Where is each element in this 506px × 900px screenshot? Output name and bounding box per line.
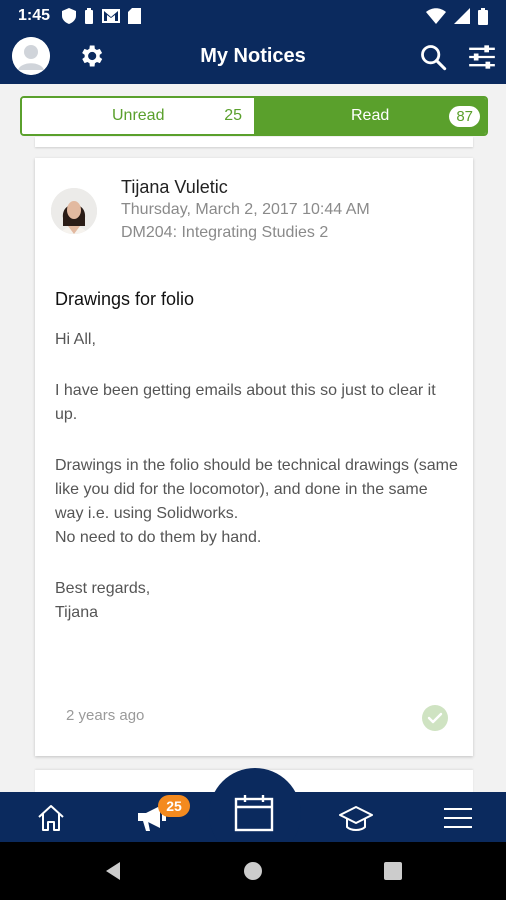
menu-icon[interactable] — [440, 800, 476, 836]
calendar-icon[interactable] — [233, 792, 275, 834]
tab-unread[interactable]: Unread 25 — [22, 98, 254, 134]
app-header: My Notices — [0, 32, 506, 84]
sd-card-icon — [128, 8, 142, 24]
previous-notice-card[interactable] — [35, 137, 473, 147]
notices-badge: 25 — [158, 795, 190, 817]
notice-greeting: Hi All, — [55, 331, 96, 348]
battery-saver-icon — [85, 8, 94, 24]
tab-unread-label: Unread — [112, 107, 165, 124]
notice-signature: Tijana — [55, 604, 98, 621]
graduation-cap-icon[interactable] — [338, 800, 374, 836]
wifi-icon — [426, 8, 446, 24]
notice-card[interactable]: Tijana Vuletic Thursday, March 2, 2017 1… — [35, 158, 473, 756]
notice-body: Hi All, I have been getting emails about… — [55, 328, 459, 625]
status-time: 1:45 — [18, 7, 51, 24]
notice-signoff: Best regards, — [55, 580, 151, 597]
tab-unread-count: 25 — [224, 107, 242, 124]
home-circle-icon[interactable] — [242, 860, 264, 882]
home-icon[interactable] — [33, 800, 69, 836]
notice-tabs: Unread 25 Read 87 — [20, 96, 488, 136]
author-name: Tijana Vuletic — [121, 177, 228, 197]
battery-icon — [478, 7, 488, 25]
tab-read[interactable]: Read 87 — [254, 98, 486, 134]
status-bar: 1:45 — [0, 0, 506, 32]
notice-paragraph-1: I have been getting emails about this so… — [55, 382, 436, 423]
signal-icon — [454, 8, 470, 24]
shield-icon — [62, 8, 77, 24]
gmail-icon — [102, 9, 121, 23]
filter-sliders-icon[interactable] — [468, 43, 496, 71]
tab-read-label: Read — [351, 107, 390, 124]
notice-course: DM204: Integrating Studies 2 — [121, 224, 329, 241]
notice-paragraph-3: No need to do them by hand. — [55, 529, 262, 546]
back-icon[interactable] — [102, 860, 124, 882]
search-icon[interactable] — [419, 43, 447, 71]
notice-title: Drawings for folio — [55, 289, 195, 309]
notice-age: 2 years ago — [66, 707, 145, 724]
tab-read-count: 87 — [449, 105, 480, 127]
author-avatar — [51, 188, 97, 234]
check-circle-icon — [422, 705, 448, 731]
recents-icon[interactable] — [382, 860, 404, 882]
notice-date: Thursday, March 2, 2017 10:44 AM — [121, 201, 370, 218]
notice-paragraph-2: Drawings in the folio should be technica… — [55, 457, 458, 522]
